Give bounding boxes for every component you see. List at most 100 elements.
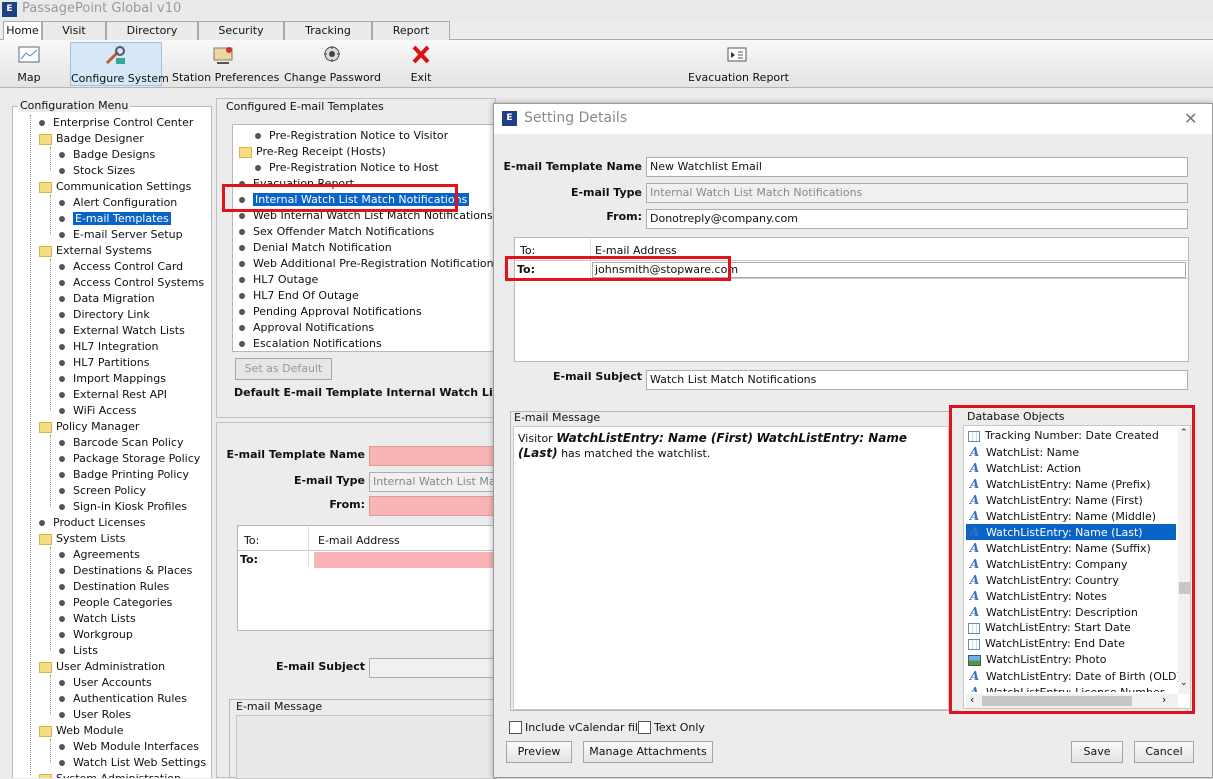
config-menu-item-label: Badge Printing Policy: [73, 468, 189, 481]
tab-visit-center[interactable]: Visit Center: [42, 21, 106, 54]
config-menu-item[interactable]: Web Module: [39, 723, 123, 739]
template-item[interactable]: Pre-Reg Receipt (Hosts): [239, 144, 386, 160]
config-menu-item[interactable]: Data Migration: [59, 291, 155, 307]
bg-subject-field[interactable]: [369, 658, 496, 678]
config-menu-item[interactable]: User Accounts: [59, 675, 152, 691]
config-menu-item[interactable]: System Lists: [39, 531, 125, 547]
folder-icon: [39, 533, 52, 545]
config-menu-item[interactable]: Package Storage Policy: [59, 451, 200, 467]
config-menu-item-label: WiFi Access: [73, 404, 137, 417]
config-menu-item[interactable]: Destination Rules: [59, 579, 169, 595]
config-menu-item[interactable]: Watch Lists: [59, 611, 136, 627]
vcalendar-checkbox[interactable]: [509, 721, 522, 734]
template-item[interactable]: Denial Match Notification: [239, 240, 392, 256]
configure-system-button[interactable]: Configure System: [70, 42, 169, 86]
template-item[interactable]: Pre-Registration Notice to Host: [255, 160, 439, 176]
evacuation-report-button[interactable]: Evacuation Report: [688, 42, 789, 86]
config-menu-item[interactable]: Web Module Interfaces: [59, 739, 199, 755]
bg-name-field[interactable]: [369, 446, 496, 466]
manage-attachments-button[interactable]: Manage Attachments: [583, 741, 713, 763]
config-menu-item[interactable]: Stock Sizes: [59, 163, 135, 179]
dialog-close-icon[interactable]: ✕: [1184, 109, 1197, 128]
config-menu-item-label: Access Control Systems: [73, 276, 205, 289]
config-menu-item[interactable]: Alert Configuration: [59, 195, 177, 211]
bg-col-to: To:: [244, 534, 260, 547]
config-menu-item[interactable]: User Administration: [39, 659, 165, 675]
bg-message-area[interactable]: [236, 715, 497, 779]
message-editor[interactable]: Visitor WatchListEntry: Name (First) Wat…: [513, 426, 949, 710]
config-menu-item[interactable]: External Watch Lists: [59, 323, 185, 339]
highlight-box-template: [222, 184, 458, 212]
node-bullet-icon: [59, 760, 65, 766]
change-password-button[interactable]: Change Password: [284, 42, 381, 86]
config-menu-item[interactable]: Policy Manager: [39, 419, 139, 435]
cancel-button[interactable]: Cancel: [1134, 741, 1194, 763]
node-bullet-icon: [59, 552, 65, 558]
template-item[interactable]: Web Additional Pre-Registration Notifica…: [239, 256, 495, 272]
config-menu-item[interactable]: Badge Designs: [59, 147, 155, 163]
node-bullet-icon: [59, 632, 65, 638]
templates-tree: Pre-Registration Notice to Visitor Pre-Re…: [233, 125, 495, 351]
config-menu-item[interactable]: Badge Designer: [39, 131, 144, 147]
template-item[interactable]: Pre-Registration Notice to Visitor: [255, 128, 448, 144]
config-menu-item[interactable]: Agreements: [59, 547, 140, 563]
subject-input[interactable]: Watch List Match Notifications: [646, 370, 1188, 390]
bg-row-address[interactable]: [314, 552, 497, 568]
config-menu-item[interactable]: Product Licenses: [39, 515, 145, 531]
template-item[interactable]: Pending Approval Notifications: [239, 304, 422, 320]
node-bullet-icon: [239, 229, 245, 235]
tab-security-center[interactable]: Security Center: [198, 21, 284, 54]
set-as-default-button[interactable]: Set as Default: [235, 358, 332, 380]
template-item[interactable]: Sex Offender Match Notifications: [239, 224, 434, 240]
config-menu-item[interactable]: Lists: [59, 643, 98, 659]
preview-button[interactable]: Preview: [506, 741, 572, 763]
config-menu-item[interactable]: System Administration: [39, 771, 181, 778]
config-menu-item[interactable]: HL7 Integration: [59, 339, 159, 355]
station-icon: [213, 47, 233, 64]
template-item[interactable]: HL7 Outage: [239, 272, 318, 288]
config-menu-item[interactable]: Access Control Card: [59, 259, 183, 275]
config-menu-item-label: Alert Configuration: [73, 196, 178, 209]
tab-home[interactable]: Home: [3, 21, 42, 41]
config-menu-item[interactable]: Badge Printing Policy: [59, 467, 189, 483]
config-menu-item[interactable]: Destinations & Places: [59, 563, 192, 579]
template-item[interactable]: HL7 End Of Outage: [239, 288, 359, 304]
template-name-input[interactable]: New Watchlist Email: [646, 157, 1188, 177]
config-menu-item[interactable]: E-mail Templates: [59, 211, 171, 227]
config-menu-item[interactable]: Communication Settings: [39, 179, 191, 195]
type-label: E-mail Type: [570, 186, 642, 199]
config-menu-item-label: Stock Sizes: [73, 164, 136, 177]
config-menu-item[interactable]: User Roles: [59, 707, 131, 723]
config-menu-item[interactable]: Import Mappings: [59, 371, 166, 387]
config-menu-item[interactable]: Watch List Web Settings: [59, 755, 206, 771]
config-menu-item[interactable]: WiFi Access: [59, 403, 136, 419]
close-icon: [412, 45, 430, 64]
config-menu-item[interactable]: Barcode Scan Policy: [59, 435, 183, 451]
config-menu-item[interactable]: Access Control Systems: [59, 275, 204, 291]
tab-tracking-center[interactable]: Tracking Center: [284, 21, 372, 54]
template-item[interactable]: Escalation Notifications: [239, 336, 382, 351]
exit-button[interactable]: Exit: [398, 42, 444, 86]
config-menu-item[interactable]: Authentication Rules: [59, 691, 187, 707]
config-menu-item[interactable]: External Rest API: [59, 387, 167, 403]
config-menu-item[interactable]: Directory Link: [59, 307, 150, 323]
save-button[interactable]: Save: [1071, 741, 1123, 763]
config-menu-item[interactable]: E-mail Server Setup: [59, 227, 183, 243]
config-menu-item[interactable]: Enterprise Control Center: [39, 115, 193, 131]
map-button[interactable]: Map: [6, 42, 52, 86]
config-menu-item[interactable]: External Systems: [39, 243, 152, 259]
text-only-checkbox[interactable]: [638, 721, 651, 734]
tab-report-center[interactable]: Report Center: [372, 21, 450, 54]
bg-from-field[interactable]: [369, 496, 496, 516]
from-input[interactable]: Donotreply@company.com: [646, 209, 1188, 229]
config-menu-item[interactable]: Screen Policy: [59, 483, 146, 499]
bg-col-address: E-mail Address: [318, 534, 400, 547]
config-menu-item[interactable]: Sign-in Kiosk Profiles: [59, 499, 187, 515]
template-item[interactable]: Approval Notifications: [239, 320, 374, 336]
folder-icon: [239, 146, 252, 158]
config-menu-item[interactable]: Workgroup: [59, 627, 133, 643]
station-preferences-button[interactable]: Station Preferences: [172, 42, 279, 86]
config-menu-item[interactable]: HL7 Partitions: [59, 355, 149, 371]
config-menu-item[interactable]: People Categories: [59, 595, 172, 611]
tab-directory-center[interactable]: Directory Center: [106, 21, 198, 54]
